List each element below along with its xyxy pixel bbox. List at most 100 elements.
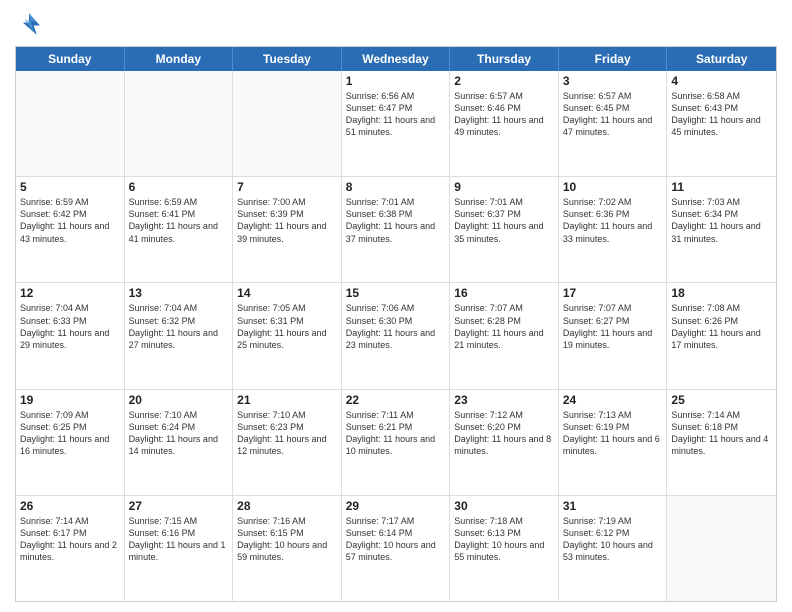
day-number: 27: [129, 499, 229, 513]
day-cell-8: 8 Sunrise: 7:01 AM Sunset: 6:38 PM Daylig…: [342, 177, 451, 282]
day-info: Sunrise: 7:13 AM Sunset: 6:19 PM Dayligh…: [563, 409, 663, 458]
day-cell-empty-0-0: [16, 71, 125, 176]
day-number: 11: [671, 180, 772, 194]
day-cell-22: 22 Sunrise: 7:11 AM Sunset: 6:21 PM Dayli…: [342, 390, 451, 495]
logo-icon: [15, 10, 43, 38]
day-number: 28: [237, 499, 337, 513]
day-number: 20: [129, 393, 229, 407]
day-info: Sunrise: 7:05 AM Sunset: 6:31 PM Dayligh…: [237, 302, 337, 351]
day-cell-4: 4 Sunrise: 6:58 AM Sunset: 6:43 PM Daylig…: [667, 71, 776, 176]
day-cell-16: 16Sunrise: 7:07 AM Sunset: 6:28 PM Dayli…: [450, 283, 559, 388]
day-cell-empty-4-6: [667, 496, 776, 601]
day-info: Sunrise: 6:57 AM Sunset: 6:46 PM Dayligh…: [454, 90, 554, 139]
day-cell-11: 11Sunrise: 7:03 AM Sunset: 6:34 PM Dayli…: [667, 177, 776, 282]
page: SundayMondayTuesdayWednesdayThursdayFrid…: [0, 0, 792, 612]
day-number: 4: [671, 74, 772, 88]
day-number: 31: [563, 499, 663, 513]
day-info: Sunrise: 7:12 AM Sunset: 6:20 PM Dayligh…: [454, 409, 554, 458]
day-info: Sunrise: 6:59 AM Sunset: 6:42 PM Dayligh…: [20, 196, 120, 245]
day-number: 5: [20, 180, 120, 194]
calendar-body: 1 Sunrise: 6:56 AM Sunset: 6:47 PM Daylig…: [16, 71, 776, 601]
day-cell-5: 5 Sunrise: 6:59 AM Sunset: 6:42 PM Daylig…: [16, 177, 125, 282]
day-cell-3: 3 Sunrise: 6:57 AM Sunset: 6:45 PM Daylig…: [559, 71, 668, 176]
day-cell-12: 12 Sunrise: 7:04 AM Sunset: 6:33 PM Dayli…: [16, 283, 125, 388]
day-number: 13: [129, 286, 229, 300]
day-number: 25: [671, 393, 772, 407]
day-cell-19: 19 Sunrise: 7:09 AM Sunset: 6:25 PM Dayli…: [16, 390, 125, 495]
day-info: Sunrise: 7:00 AM Sunset: 6:39 PM Dayligh…: [237, 196, 337, 245]
day-cell-26: 26 Sunrise: 7:14 AM Sunset: 6:17 PM Dayli…: [16, 496, 125, 601]
day-number: 7: [237, 180, 337, 194]
day-number: 19: [20, 393, 120, 407]
day-info: Sunrise: 7:14 AM Sunset: 6:17 PM Dayligh…: [20, 515, 120, 564]
day-number: 18: [671, 286, 772, 300]
day-cell-1: 1 Sunrise: 6:56 AM Sunset: 6:47 PM Daylig…: [342, 71, 451, 176]
day-info: Sunrise: 6:56 AM Sunset: 6:47 PM Dayligh…: [346, 90, 446, 139]
day-cell-6: 6 Sunrise: 6:59 AM Sunset: 6:41 PM Daylig…: [125, 177, 234, 282]
calendar-row-0: 1 Sunrise: 6:56 AM Sunset: 6:47 PM Daylig…: [16, 71, 776, 177]
day-info: Sunrise: 7:14 AM Sunset: 6:18 PM Dayligh…: [671, 409, 772, 458]
day-number: 3: [563, 74, 663, 88]
day-cell-7: 7 Sunrise: 7:00 AM Sunset: 6:39 PM Daylig…: [233, 177, 342, 282]
day-info: Sunrise: 7:01 AM Sunset: 6:38 PM Dayligh…: [346, 196, 446, 245]
day-number: 22: [346, 393, 446, 407]
day-number: 30: [454, 499, 554, 513]
day-info: Sunrise: 7:16 AM Sunset: 6:15 PM Dayligh…: [237, 515, 337, 564]
day-cell-23: 23 Sunrise: 7:12 AM Sunset: 6:20 PM Dayli…: [450, 390, 559, 495]
day-info: Sunrise: 7:11 AM Sunset: 6:21 PM Dayligh…: [346, 409, 446, 458]
day-info: Sunrise: 7:06 AM Sunset: 6:30 PM Dayligh…: [346, 302, 446, 351]
day-info: Sunrise: 7:02 AM Sunset: 6:36 PM Dayligh…: [563, 196, 663, 245]
header-day-wednesday: Wednesday: [342, 47, 451, 71]
day-number: 17: [563, 286, 663, 300]
day-number: 24: [563, 393, 663, 407]
day-number: 26: [20, 499, 120, 513]
day-number: 16: [454, 286, 554, 300]
day-info: Sunrise: 7:19 AM Sunset: 6:12 PM Dayligh…: [563, 515, 663, 564]
calendar-header: SundayMondayTuesdayWednesdayThursdayFrid…: [16, 47, 776, 71]
day-cell-29: 29 Sunrise: 7:17 AM Sunset: 6:14 PM Dayli…: [342, 496, 451, 601]
day-cell-14: 14 Sunrise: 7:05 AM Sunset: 6:31 PM Dayli…: [233, 283, 342, 388]
day-cell-27: 27Sunrise: 7:15 AM Sunset: 6:16 PM Dayli…: [125, 496, 234, 601]
day-cell-28: 28 Sunrise: 7:16 AM Sunset: 6:15 PM Dayli…: [233, 496, 342, 601]
day-cell-17: 17 Sunrise: 7:07 AM Sunset: 6:27 PM Dayli…: [559, 283, 668, 388]
day-info: Sunrise: 6:58 AM Sunset: 6:43 PM Dayligh…: [671, 90, 772, 139]
day-number: 2: [454, 74, 554, 88]
day-cell-10: 10 Sunrise: 7:02 AM Sunset: 6:36 PM Dayli…: [559, 177, 668, 282]
day-cell-25: 25 Sunrise: 7:14 AM Sunset: 6:18 PM Dayli…: [667, 390, 776, 495]
day-cell-15: 15Sunrise: 7:06 AM Sunset: 6:30 PM Dayli…: [342, 283, 451, 388]
day-info: Sunrise: 7:17 AM Sunset: 6:14 PM Dayligh…: [346, 515, 446, 564]
day-cell-21: 21Sunrise: 7:10 AM Sunset: 6:23 PM Dayli…: [233, 390, 342, 495]
calendar: SundayMondayTuesdayWednesdayThursdayFrid…: [15, 46, 777, 602]
header-day-saturday: Saturday: [667, 47, 776, 71]
header: [15, 10, 777, 38]
day-info: Sunrise: 7:18 AM Sunset: 6:13 PM Dayligh…: [454, 515, 554, 564]
day-cell-empty-0-1: [125, 71, 234, 176]
day-info: Sunrise: 7:09 AM Sunset: 6:25 PM Dayligh…: [20, 409, 120, 458]
day-info: Sunrise: 6:57 AM Sunset: 6:45 PM Dayligh…: [563, 90, 663, 139]
day-info: Sunrise: 7:10 AM Sunset: 6:24 PM Dayligh…: [129, 409, 229, 458]
day-cell-18: 18Sunrise: 7:08 AM Sunset: 6:26 PM Dayli…: [667, 283, 776, 388]
day-cell-20: 20 Sunrise: 7:10 AM Sunset: 6:24 PM Dayli…: [125, 390, 234, 495]
logo: [15, 10, 47, 38]
day-info: Sunrise: 7:10 AM Sunset: 6:23 PM Dayligh…: [237, 409, 337, 458]
day-cell-30: 30 Sunrise: 7:18 AM Sunset: 6:13 PM Dayli…: [450, 496, 559, 601]
day-cell-2: 2 Sunrise: 6:57 AM Sunset: 6:46 PM Daylig…: [450, 71, 559, 176]
day-cell-9: 9Sunrise: 7:01 AM Sunset: 6:37 PM Daylig…: [450, 177, 559, 282]
day-cell-empty-0-2: [233, 71, 342, 176]
day-cell-31: 31 Sunrise: 7:19 AM Sunset: 6:12 PM Dayli…: [559, 496, 668, 601]
day-info: Sunrise: 6:59 AM Sunset: 6:41 PM Dayligh…: [129, 196, 229, 245]
day-info: Sunrise: 7:01 AM Sunset: 6:37 PM Dayligh…: [454, 196, 554, 245]
day-number: 12: [20, 286, 120, 300]
day-info: Sunrise: 7:07 AM Sunset: 6:27 PM Dayligh…: [563, 302, 663, 351]
day-number: 1: [346, 74, 446, 88]
header-day-friday: Friday: [559, 47, 668, 71]
day-number: 6: [129, 180, 229, 194]
day-number: 23: [454, 393, 554, 407]
header-day-sunday: Sunday: [16, 47, 125, 71]
day-number: 29: [346, 499, 446, 513]
day-number: 8: [346, 180, 446, 194]
day-number: 14: [237, 286, 337, 300]
header-day-monday: Monday: [125, 47, 234, 71]
day-number: 10: [563, 180, 663, 194]
day-info: Sunrise: 7:04 AM Sunset: 6:33 PM Dayligh…: [20, 302, 120, 351]
